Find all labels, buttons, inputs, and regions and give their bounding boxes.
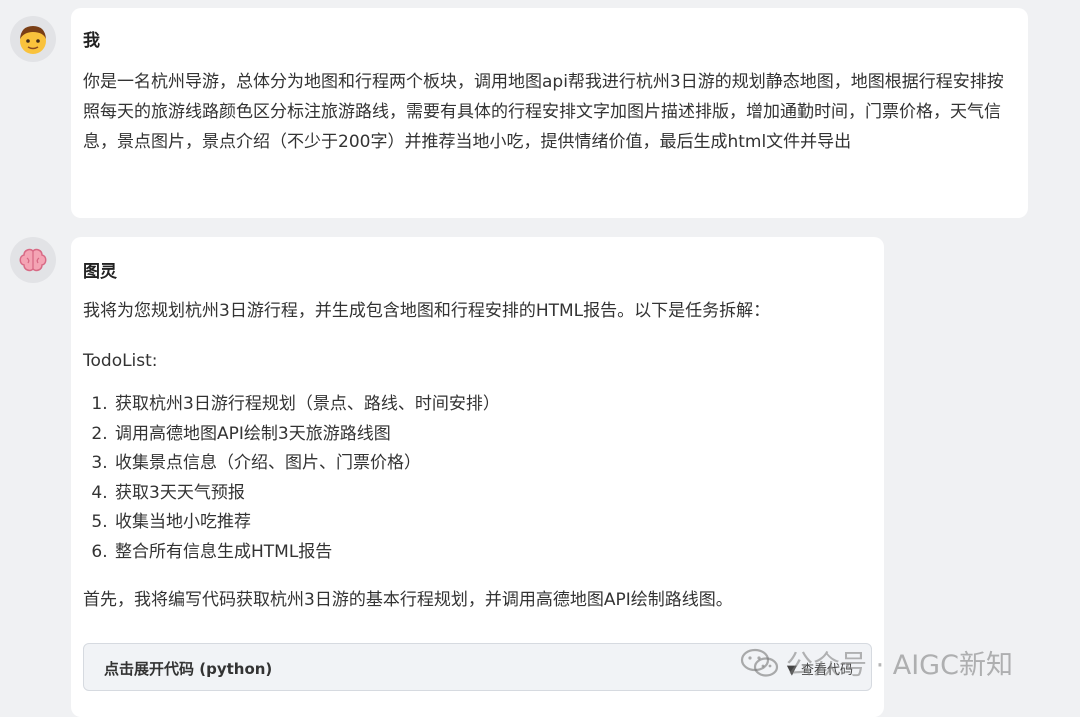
todo-item: 收集当地小吃推荐 (113, 508, 868, 538)
assistant-avatar[interactable] (10, 237, 56, 283)
wechat-icon (740, 648, 779, 677)
todo-item: 调用高德地图API绘制3天旅游路线图 (113, 420, 868, 450)
watermark-text: 公众号 · AIGC新知 (786, 650, 1013, 681)
assistant-name: 图灵 (83, 262, 117, 282)
todo-item: 获取杭州3日游行程规划（景点、路线、时间安排） (113, 390, 868, 420)
assistant-intro-text: 我将为您规划杭州3日游行程，并生成包含地图和行程安排的HTML报告。以下是任务拆… (83, 301, 771, 321)
watermark: 公众号 · AIGC新知 (740, 643, 1013, 682)
user-avatar[interactable] (10, 16, 56, 62)
boy-face-icon (20, 26, 46, 54)
user-name: 我 (83, 31, 100, 51)
user-message-bubble: 我 你是一名杭州导游，总体分为地图和行程两个板块，调用地图api帮我进行杭州3日… (71, 8, 1028, 218)
code-block-label: 点击展开代码 (python) (104, 660, 273, 678)
todo-list-title: TodoList: (83, 351, 158, 371)
todo-list: 获取杭州3日游行程规划（景点、路线、时间安排） 调用高德地图API绘制3天旅游路… (83, 390, 868, 567)
assistant-outro-text: 首先，我将编写代码获取杭州3日游的基本行程规划，并调用高德地图API绘制路线图。 (83, 590, 733, 610)
todo-item: 整合所有信息生成HTML报告 (113, 538, 868, 568)
todo-item: 收集景点信息（介绍、图片、门票价格） (113, 449, 868, 479)
brain-icon (19, 248, 47, 272)
user-message-text: 你是一名杭州导游，总体分为地图和行程两个板块，调用地图api帮我进行杭州3日游的… (83, 72, 1004, 152)
todo-item: 获取3天天气预报 (113, 479, 868, 509)
